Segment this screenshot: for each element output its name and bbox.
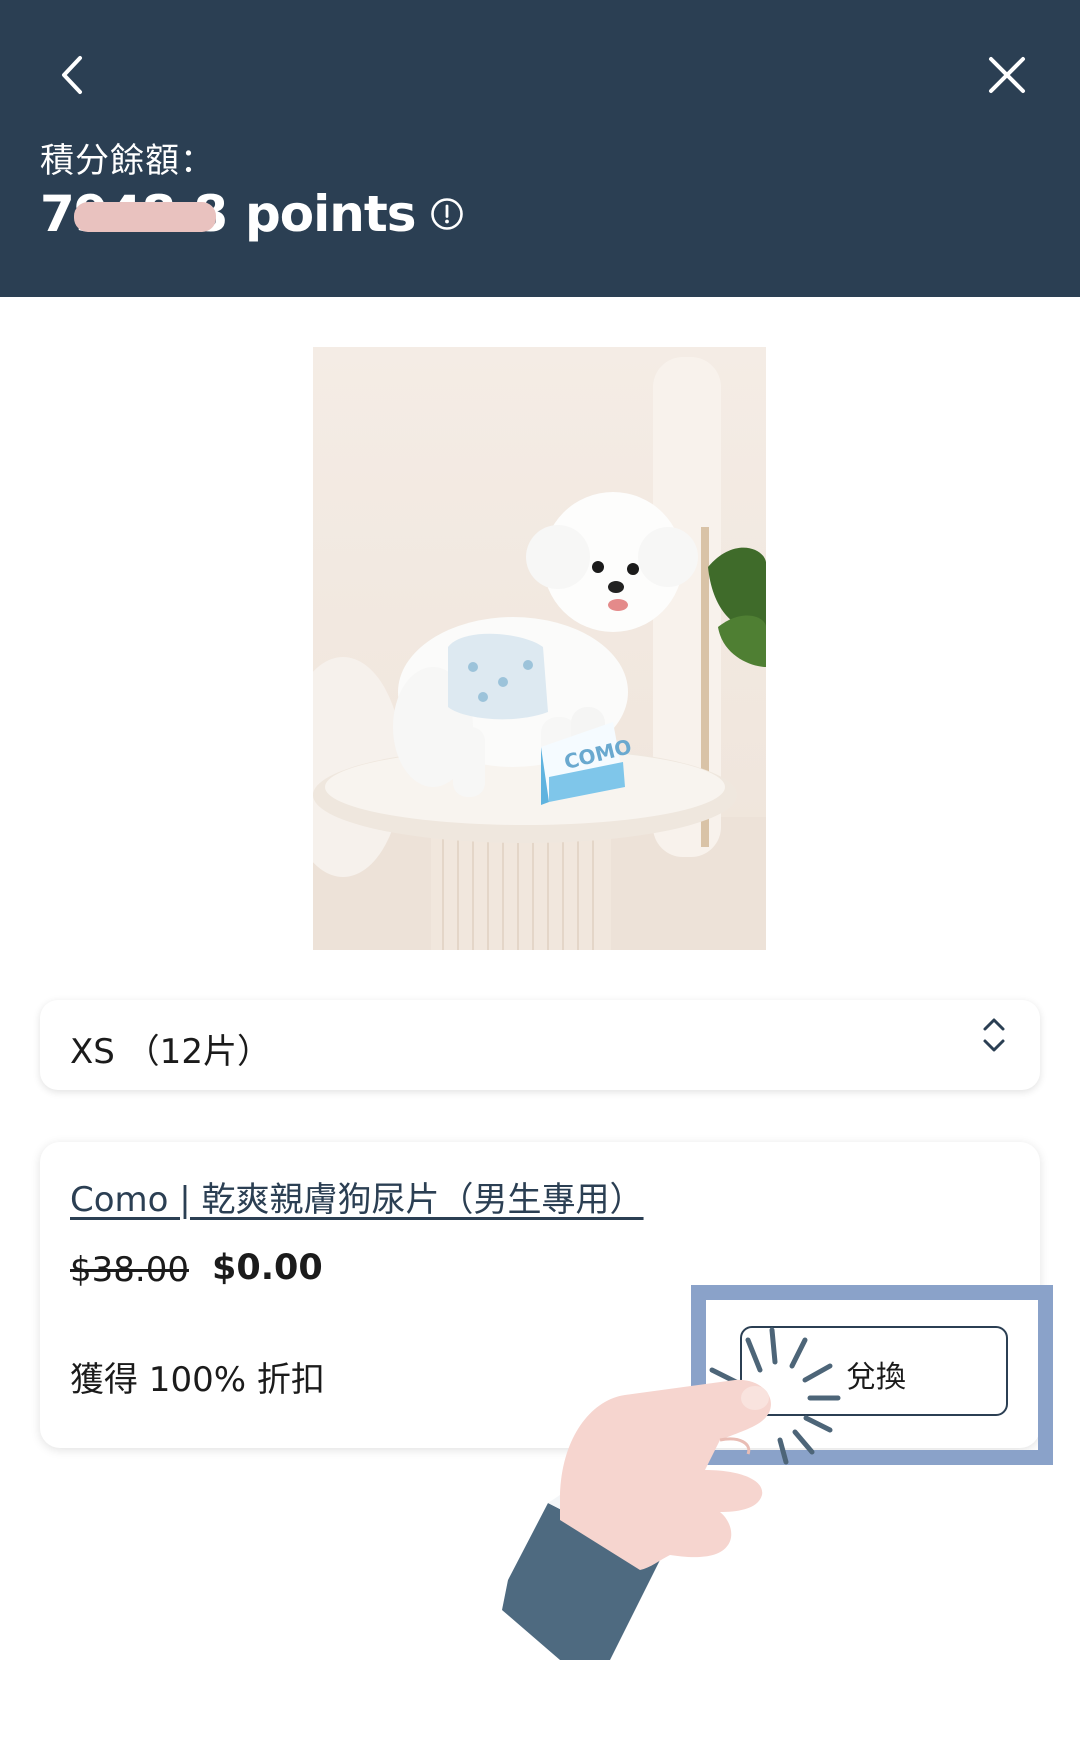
chevron-left-icon[interactable] <box>50 52 96 98</box>
balance-label: 積分餘額： <box>40 141 215 181</box>
discount-text: 獲得 100% 折扣 <box>70 1360 325 1400</box>
chevron-updown-icon[interactable] <box>980 1015 1008 1055</box>
info-icon[interactable] <box>430 197 464 231</box>
close-icon[interactable] <box>984 52 1030 98</box>
size-select-value: XS （12片） <box>70 1032 271 1072</box>
redeem-button[interactable]: 兌換 <box>740 1326 1008 1416</box>
points-header: 積分餘額： 7948.8 points <box>0 0 1080 297</box>
redaction-mark <box>74 202 216 232</box>
balance-unit: points <box>244 185 417 243</box>
balance-row: 7948.8 points <box>40 182 464 246</box>
product-image: COMO <box>313 347 766 950</box>
page: 積分餘額： 7948.8 points <box>0 0 1080 1753</box>
balance-value: 7948.8 <box>40 185 228 243</box>
sale-price: $0.00 <box>212 1248 323 1288</box>
size-select[interactable]: XS （12片） <box>40 1000 1040 1090</box>
redeem-label: 兌換 <box>846 1360 906 1395</box>
product-title-link[interactable]: Como | 乾爽親膚狗尿片（男生專用） <box>70 1172 644 1221</box>
original-price: $38.00 <box>70 1250 189 1290</box>
